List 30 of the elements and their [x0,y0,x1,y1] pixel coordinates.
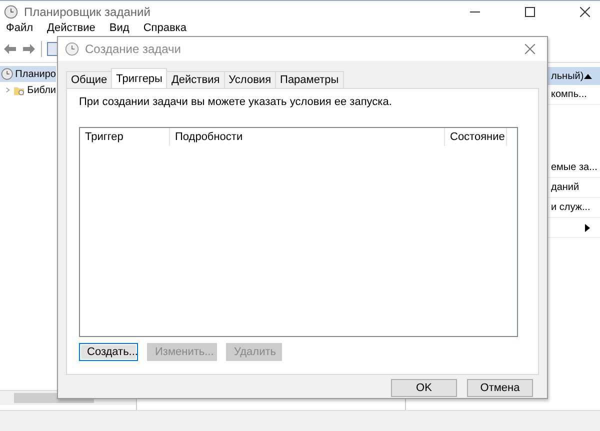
dialog-button[interactable]: Отмена [467,379,533,397]
menu-item[interactable]: Вид [109,22,130,35]
tab[interactable]: Общие [66,71,112,88]
submenu-arrow-icon[interactable] [585,224,590,232]
chevron-icon[interactable] [5,86,11,94]
maximize-icon[interactable] [525,6,535,16]
tab[interactable]: Действия [166,71,225,88]
window-title: Планировщик заданий [24,4,150,18]
forward-arrow-icon[interactable] [22,43,36,55]
menu-item[interactable]: Файл [6,22,34,35]
tab[interactable]: Триггеры [111,68,168,88]
column-header[interactable]: Подробности [170,128,445,146]
back-arrow-icon[interactable] [3,43,17,55]
tree-item[interactable]: Планиро [0,66,56,82]
description-text: При создании задачи вы можете указать условия ее запуска. [79,96,393,108]
trigger-list[interactable]: Триггер Подробности Состояние [79,127,518,337]
clock-icon [1,67,14,81]
tab[interactable]: Параметры [275,71,344,88]
menu-item[interactable]: Действие [47,22,96,35]
dialog-button[interactable]: OK [391,379,457,397]
collapse-arrow-icon[interactable] [584,74,592,78]
column-header[interactable]: Триггер [80,128,170,146]
column-header[interactable]: Состояние [445,128,507,146]
tree-item[interactable]: Библи [27,84,56,96]
close-icon[interactable] [580,6,590,16]
dialog-title: Создание задачи [85,42,181,56]
dialog-button[interactable]: Создать... [79,343,138,361]
menu-item[interactable]: Справка [143,22,186,35]
clock-icon [65,42,79,56]
clock-icon [4,4,18,18]
